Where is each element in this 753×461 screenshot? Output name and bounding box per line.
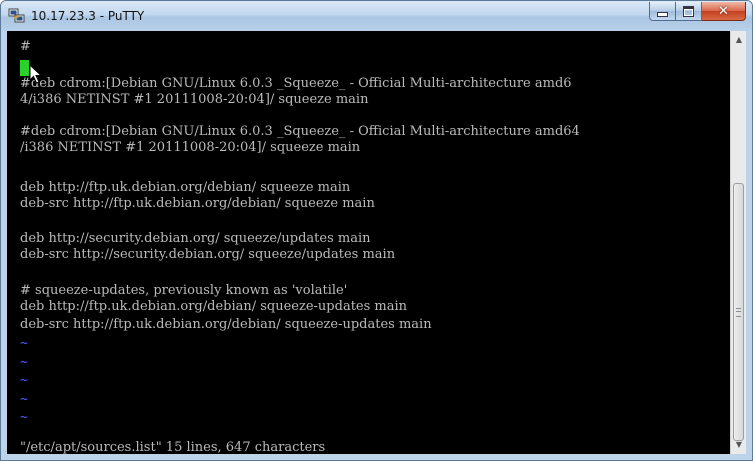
terminal-line: /i386 NETINST #1 20111008-20:04]/ squeez… [20, 140, 361, 155]
close-button[interactable]: ✕ [702, 2, 746, 21]
scroll-down-icon[interactable]: ▼ [734, 440, 744, 450]
empty-line-marker: ~ [20, 410, 28, 425]
empty-line-marker: ~ [20, 373, 28, 388]
putty-window: 10.17.23.3 - PuTTY ✕ # #deb cdrom:[Debia… [0, 0, 753, 461]
terminal-line: deb http://ftp.uk.debian.org/debian/ squ… [20, 299, 408, 314]
minimize-button[interactable] [649, 2, 676, 21]
title-bar[interactable]: 10.17.23.3 - PuTTY ✕ [1, 1, 752, 31]
window-title: 10.17.23.3 - PuTTY [31, 9, 145, 23]
terminal-line: deb-src http://ftp.uk.debian.org/debian/… [20, 196, 375, 211]
terminal-screen[interactable]: # #deb cdrom:[Debian GNU/Linux 6.0.3 _Sq… [7, 31, 730, 454]
putty-icon[interactable] [8, 8, 26, 24]
scrollbar-thumb[interactable] [733, 183, 744, 441]
empty-line-marker: ~ [20, 355, 28, 370]
terminal-line: #deb cdrom:[Debian GNU/Linux 6.0.3 _Sque… [20, 124, 580, 139]
empty-line-marker: ~ [20, 336, 28, 351]
terminal-line: #deb cdrom:[Debian GNU/Linux 6.0.3 _Sque… [20, 76, 572, 91]
minimize-icon [657, 12, 668, 17]
terminal-line: deb-src http://security.debian.org/ sque… [20, 247, 396, 262]
grip-icon [736, 308, 741, 317]
prompt-line: # [20, 39, 31, 54]
terminal-line: # squeeze-updates, previously known as '… [20, 283, 348, 298]
mouse-pointer-icon [29, 64, 43, 84]
terminal-line: deb-src http://ftp.uk.debian.org/debian/… [20, 317, 432, 332]
empty-line-marker: ~ [20, 392, 28, 407]
text-cursor [20, 60, 29, 76]
maximize-button[interactable] [676, 2, 702, 21]
maximize-icon [683, 5, 694, 17]
client-area: # #deb cdrom:[Debian GNU/Linux 6.0.3 _Sq… [7, 31, 746, 454]
terminal-line: deb http://security.debian.org/ squeeze/… [20, 231, 371, 246]
status-line: "/etc/apt/sources.list" 15 lines, 647 ch… [20, 440, 326, 454]
terminal-line: 4/i386 NETINST #1 20111008-20:04]/ squee… [20, 92, 369, 107]
vertical-scrollbar[interactable]: ▲ ▼ [730, 31, 746, 454]
window-controls: ✕ [649, 2, 746, 22]
scroll-up-icon[interactable]: ▲ [734, 35, 744, 45]
close-icon: ✕ [718, 3, 729, 19]
terminal-line: deb http://ftp.uk.debian.org/debian/ squ… [20, 180, 351, 195]
